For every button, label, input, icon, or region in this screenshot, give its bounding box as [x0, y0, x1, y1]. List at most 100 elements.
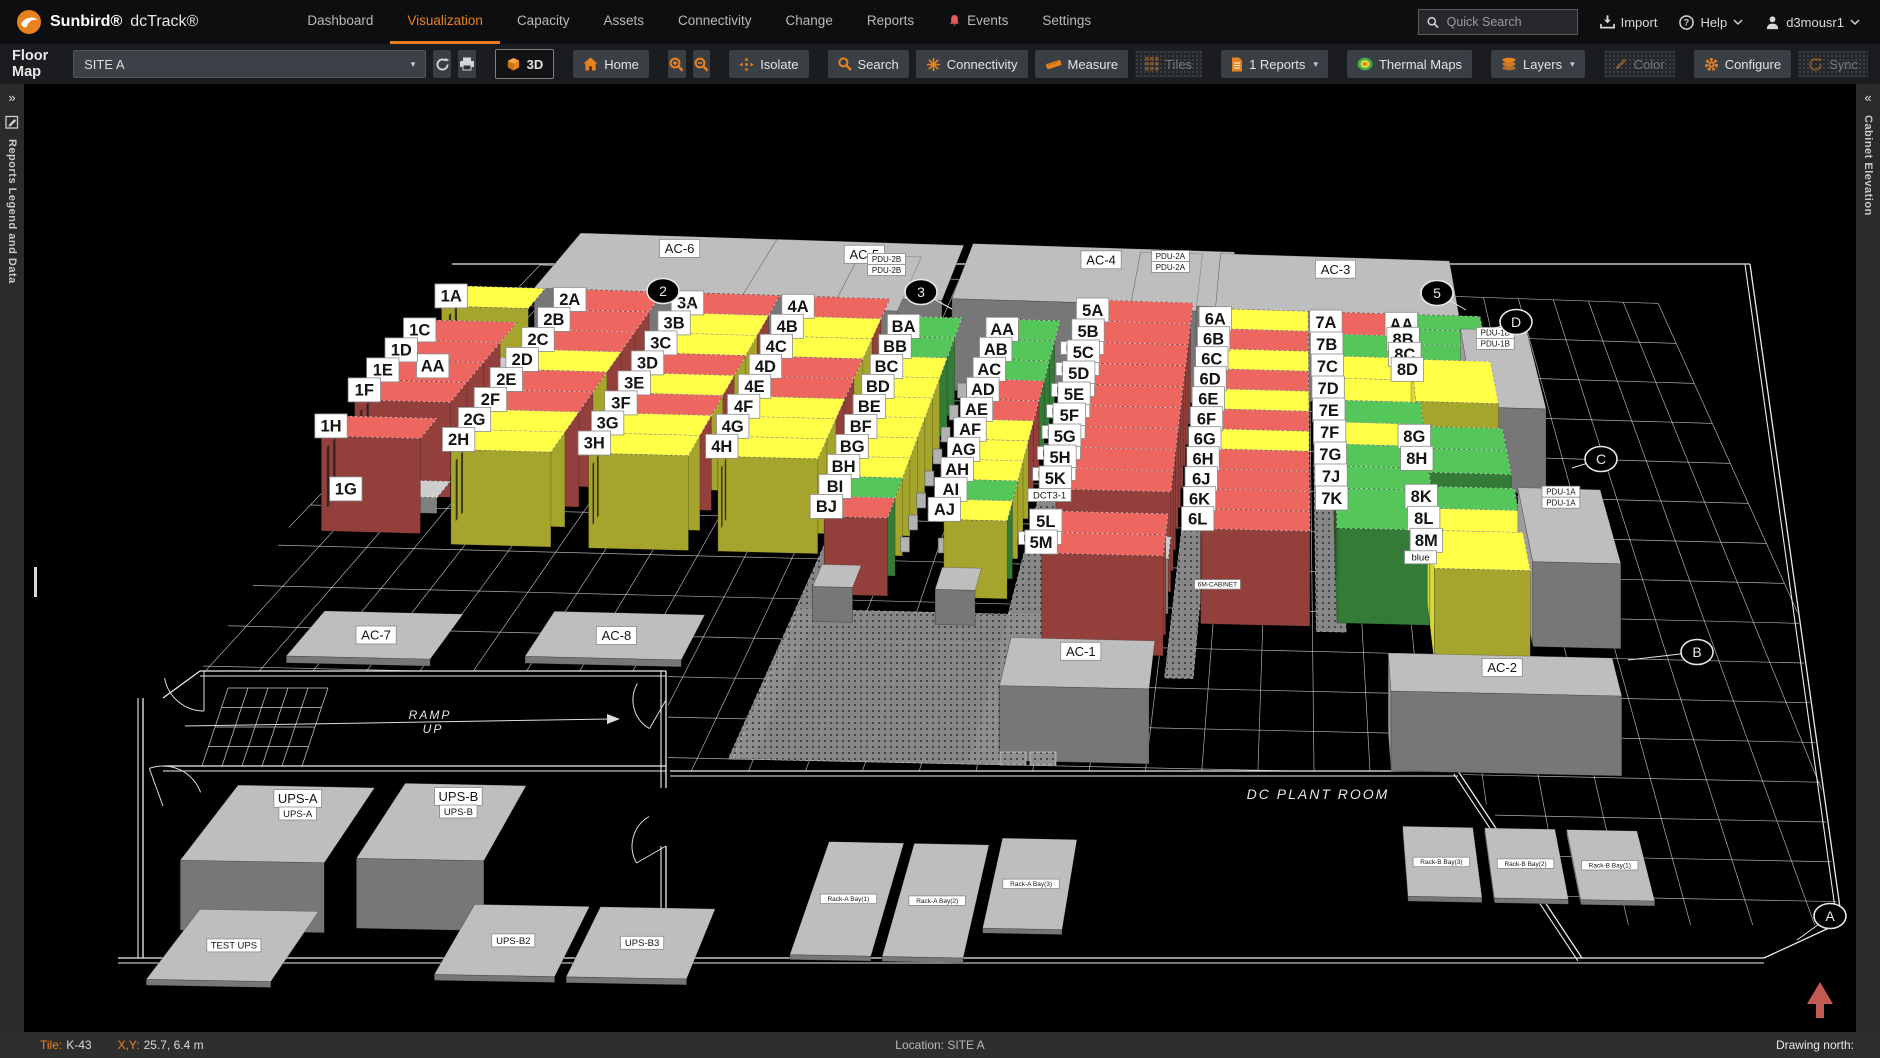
svg-text:4D: 4D	[755, 358, 776, 376]
svg-text:PDU-2B: PDU-2B	[872, 266, 901, 275]
svg-text:AG: AG	[951, 441, 976, 459]
search-button[interactable]: Search	[828, 50, 909, 78]
pencil-icon	[1614, 57, 1628, 71]
search-icon	[838, 57, 852, 71]
reports-dropdown-button[interactable]: 1 Reports ▾	[1221, 50, 1328, 78]
nav-item-change[interactable]: Change	[769, 0, 850, 44]
svg-text:C: C	[1596, 451, 1606, 467]
svg-text:4F: 4F	[734, 398, 753, 416]
door-arc	[632, 817, 649, 863]
svg-text:2C: 2C	[527, 331, 548, 349]
svg-text:3C: 3C	[650, 335, 671, 353]
svg-text:Rack-A Bay(1): Rack-A Bay(1)	[827, 896, 869, 903]
quick-search-box	[1418, 9, 1578, 35]
svg-text:UPS-B: UPS-B	[444, 807, 473, 818]
configure-button[interactable]: Configure	[1694, 50, 1791, 78]
svg-text:7E: 7E	[1319, 402, 1339, 420]
sensor-box	[900, 537, 909, 552]
north-arrow-icon	[1807, 982, 1833, 1018]
svg-text:4B: 4B	[777, 318, 798, 336]
mode-3d-toggle[interactable]: 3D	[495, 49, 555, 79]
cabinet-5M[interactable]	[1042, 532, 1166, 656]
sync-button[interactable]: Sync	[1798, 50, 1868, 78]
edit-report-icon[interactable]	[5, 115, 19, 129]
nav-item-reports[interactable]: Reports	[850, 0, 931, 44]
nav-item-assets[interactable]: Assets	[586, 0, 661, 44]
svg-text:AF: AF	[959, 421, 981, 439]
cabinet-8M[interactable]	[1430, 530, 1530, 665]
layers-dropdown-button[interactable]: Layers ▾	[1491, 50, 1585, 78]
room-label: UP	[423, 722, 444, 736]
home-button[interactable]: Home	[573, 50, 649, 78]
svg-text:3F: 3F	[611, 395, 630, 413]
svg-text:7G: 7G	[1319, 446, 1341, 464]
svg-text:7A: 7A	[1315, 314, 1336, 332]
svg-text:AC-1: AC-1	[1066, 644, 1096, 659]
app-logo[interactable]: Sunbird® dcTrack®	[0, 9, 198, 35]
floor-map-3d-view[interactable]: RAMPUPROOMDC PLANT ROOMAC-6AC-5AC-4AC-3P…	[24, 84, 1856, 1032]
refresh-button[interactable]	[433, 50, 451, 78]
nav-item-events[interactable]: Events	[931, 0, 1025, 44]
import-button[interactable]: Import	[1600, 15, 1658, 30]
svg-text:UPS-B: UPS-B	[439, 789, 479, 804]
user-icon	[1765, 15, 1780, 30]
cabinet-6L[interactable]	[1201, 509, 1310, 627]
svg-text:Rack-B Bay(3): Rack-B Bay(3)	[1420, 859, 1462, 866]
svg-text:Rack-B Bay(1): Rack-B Bay(1)	[1589, 863, 1631, 870]
left-panel-rail: » Reports Legend and Data	[0, 84, 24, 1032]
color-button[interactable]: Color	[1604, 50, 1675, 78]
print-button[interactable]	[458, 50, 476, 78]
user-menu[interactable]: d3mousr1	[1765, 15, 1860, 30]
zoom-out-button[interactable]	[693, 50, 711, 78]
panel-resize-handle[interactable]	[34, 567, 37, 597]
svg-text:Rack-B Bay(2): Rack-B Bay(2)	[1504, 861, 1546, 868]
connectivity-button[interactable]: Connectivity	[916, 50, 1028, 78]
pdu-PDU-1A[interactable]	[1518, 488, 1621, 649]
svg-text:5E: 5E	[1064, 386, 1084, 404]
svg-text:6C: 6C	[1201, 351, 1222, 369]
svg-text:PDU-2A: PDU-2A	[1156, 263, 1186, 272]
expand-panel-icon[interactable]: »	[8, 90, 15, 105]
nav-item-capacity[interactable]: Capacity	[500, 0, 587, 44]
svg-text:6A: 6A	[1205, 311, 1226, 329]
svg-text:6D: 6D	[1200, 371, 1221, 389]
svg-text:2G: 2G	[463, 411, 485, 429]
equipment-box	[935, 567, 981, 625]
tiles-button[interactable]: Tiles	[1135, 50, 1202, 78]
svg-text:AI: AI	[943, 481, 960, 499]
svg-text:1C: 1C	[409, 322, 430, 340]
nav-item-settings[interactable]: Settings	[1025, 0, 1108, 44]
svg-text:PDU-1A: PDU-1A	[1546, 499, 1576, 508]
nav-item-dashboard[interactable]: Dashboard	[290, 0, 390, 44]
nav-item-visualization[interactable]: Visualization	[390, 0, 500, 44]
zoom-in-button[interactable]	[668, 50, 686, 78]
site-select[interactable]: SITE A ▾	[73, 50, 426, 78]
right-panel-title[interactable]: Cabinet Elevation	[1862, 115, 1874, 216]
import-icon	[1600, 15, 1615, 29]
svg-text:3H: 3H	[584, 435, 605, 453]
svg-text:7D: 7D	[1318, 380, 1339, 398]
isolate-button[interactable]: Isolate	[729, 50, 808, 78]
svg-text:TEST UPS: TEST UPS	[211, 941, 257, 952]
svg-text:1A: 1A	[441, 288, 462, 306]
ramp-grid	[202, 688, 328, 766]
bell-icon	[948, 14, 961, 28]
status-bar: Tile:K-43 X,Y:25.7, 6.4 m Location: SITE…	[0, 1032, 1880, 1058]
top-nav: Sunbird® dcTrack® Dashboard Visualizatio…	[0, 0, 1880, 44]
help-menu[interactable]: ? Help	[1679, 15, 1743, 30]
nav-item-connectivity[interactable]: Connectivity	[661, 0, 769, 44]
left-panel-title[interactable]: Reports Legend and Data	[6, 139, 18, 284]
svg-text:5L: 5L	[1036, 513, 1055, 531]
thermal-maps-button[interactable]: Thermal Maps	[1347, 50, 1472, 78]
sensor-box	[917, 493, 926, 508]
quick-search-input[interactable]	[1445, 14, 1569, 30]
help-icon: ?	[1679, 15, 1694, 30]
sync-icon	[1808, 57, 1823, 72]
svg-text:AC-2: AC-2	[1487, 660, 1517, 675]
ramp-arrow	[185, 719, 610, 726]
expand-panel-icon[interactable]: «	[1864, 90, 1871, 105]
svg-text:BC: BC	[875, 358, 899, 376]
sensor-box	[957, 383, 966, 398]
chevron-down-icon	[1733, 19, 1743, 25]
measure-button[interactable]: Measure	[1035, 50, 1129, 78]
